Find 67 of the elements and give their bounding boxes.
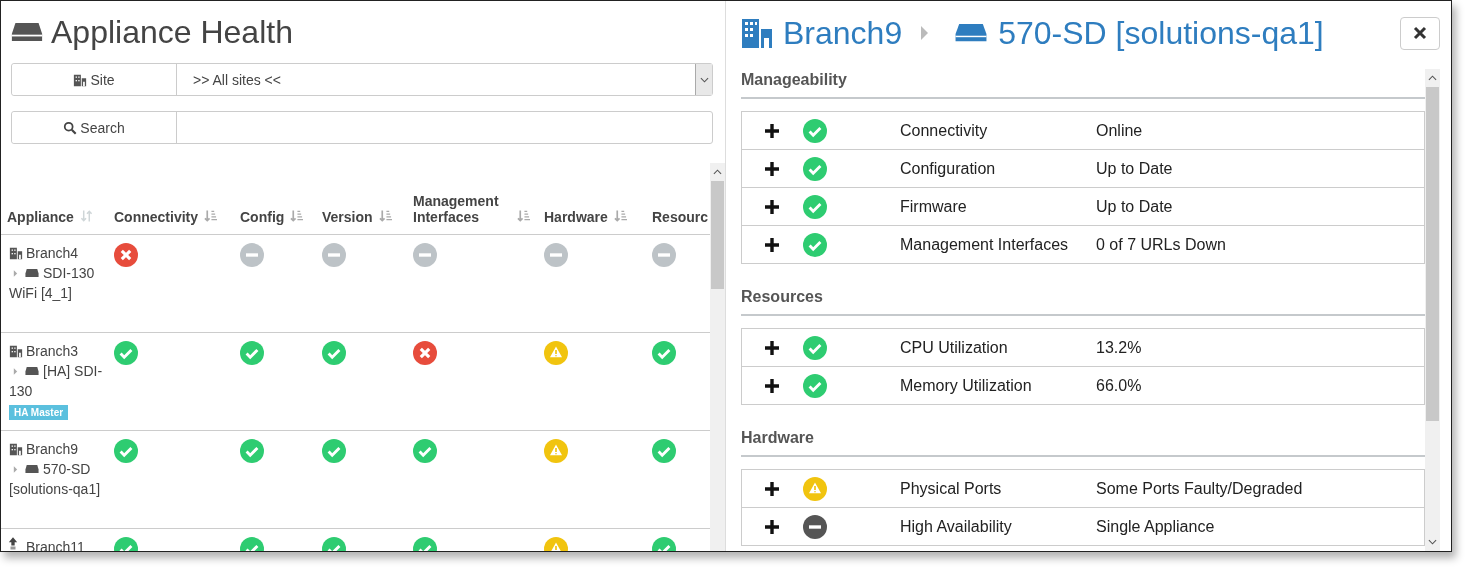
site-link[interactable]: Branch3	[26, 343, 79, 359]
appliance-link[interactable]: [HA] SDI-130	[9, 361, 108, 401]
column-header[interactable]: Config	[240, 209, 285, 225]
building-icon	[9, 442, 23, 456]
column-header[interactable]: Version	[322, 209, 373, 225]
column-header[interactable]: Appliance	[7, 209, 74, 225]
close-button[interactable]	[1400, 16, 1440, 50]
arrow-up-icon	[8, 535, 18, 550]
health-metric-value: Single Appliance	[1096, 517, 1216, 536]
section-heading: Hardware	[741, 427, 1425, 457]
health-metric-label: Connectivity	[900, 121, 989, 140]
appliance-icon	[25, 464, 39, 474]
scroll-up-icon[interactable]	[1428, 75, 1437, 81]
page-title: Appliance Health	[51, 13, 293, 51]
health-metric-label: Firmware	[900, 197, 968, 216]
table-scrollbar[interactable]	[710, 163, 725, 551]
column-header[interactable]: Management Interfaces	[413, 193, 509, 225]
health-metric-value: Up to Date	[1096, 159, 1174, 178]
breadcrumb-separator-icon	[920, 26, 929, 40]
appliance-icon	[11, 21, 43, 43]
scroll-down-icon[interactable]	[1428, 539, 1437, 545]
health-metric-value: Some Ports Faulty/Degraded	[1096, 479, 1304, 498]
health-metric-label: CPU Utilization	[900, 338, 1009, 357]
health-metric-label: Configuration	[900, 159, 997, 178]
search-field[interactable]: Search	[11, 111, 713, 144]
scrollbar-thumb[interactable]	[711, 181, 724, 289]
health-metric-label: Physical Ports	[900, 479, 1003, 498]
search-icon	[63, 120, 78, 135]
health-metric-value: 13.2%	[1096, 338, 1143, 357]
expand-plus-icon[interactable]	[765, 340, 779, 355]
section-heading: Resources	[741, 286, 1425, 316]
expand-plus-icon[interactable]	[765, 237, 779, 252]
close-icon	[1413, 26, 1427, 40]
building-icon	[9, 344, 23, 358]
appliance-link[interactable]: 570-SD [solutions-qa1]	[9, 459, 108, 499]
building-icon	[9, 246, 23, 260]
appliance-breadcrumb-title: 570-SD [solutions-qa1]	[998, 14, 1324, 52]
search-label[interactable]: Search	[12, 112, 177, 143]
appliance-icon	[25, 366, 39, 376]
scroll-up-icon[interactable]	[713, 169, 722, 175]
site-breadcrumb-link[interactable]: Branch9	[783, 14, 903, 52]
column-header[interactable]: Hardware	[544, 209, 608, 225]
building-icon	[741, 17, 773, 49]
scrollbar-thumb[interactable]	[1426, 87, 1439, 421]
column-header[interactable]: Connectivity	[114, 209, 198, 225]
site-link[interactable]: Branch4	[26, 245, 79, 261]
expand-plus-icon[interactable]	[765, 481, 779, 496]
site-link[interactable]: Branch9	[26, 441, 79, 457]
expand-plus-icon[interactable]	[765, 161, 779, 176]
ha-role-badge: HA Master	[9, 405, 69, 420]
expand-plus-icon[interactable]	[765, 199, 779, 214]
health-metric-label: Management Interfaces	[900, 235, 1070, 254]
section-heading: Manageability	[741, 69, 1425, 99]
health-metric-label: High Availability	[900, 517, 1013, 536]
health-metric-value: Up to Date	[1096, 197, 1174, 216]
appliance-icon	[25, 268, 39, 278]
health-metric-value: 66.0%	[1096, 376, 1143, 395]
appliance-icon	[954, 23, 989, 43]
expand-plus-icon[interactable]	[765, 123, 779, 138]
expand-plus-icon[interactable]	[765, 378, 779, 393]
expand-plus-icon[interactable]	[765, 519, 779, 534]
panel-scrollbar[interactable]	[1425, 69, 1440, 551]
appliance-link[interactable]: SDI-130 WiFi [4_1]	[9, 263, 108, 303]
column-header[interactable]: Resourc	[652, 209, 709, 225]
health-metric-value: 0 of 7 URLs Down	[1096, 235, 1227, 254]
health-metric-label: Memory Utilization	[900, 376, 1033, 395]
health-metric-value: Online	[1096, 121, 1144, 140]
